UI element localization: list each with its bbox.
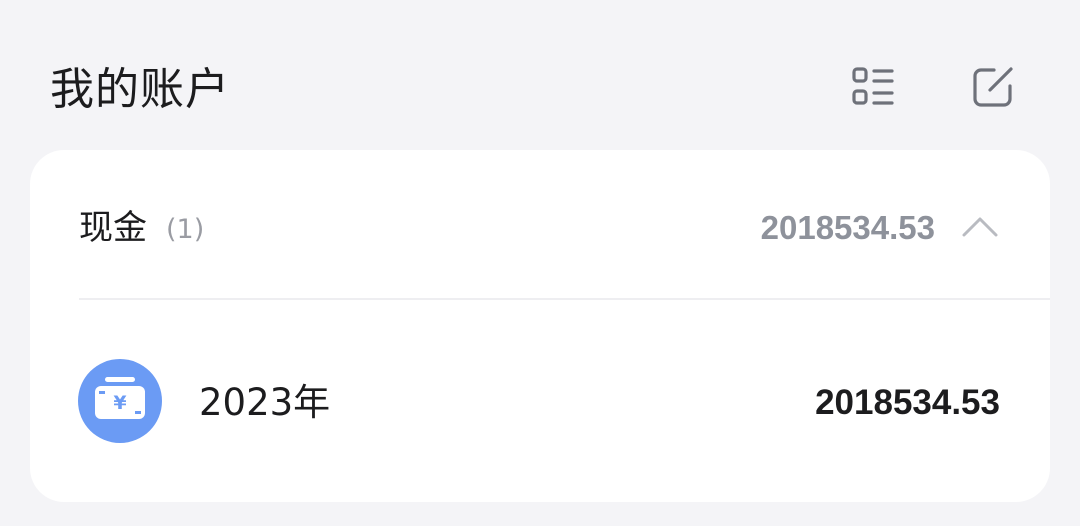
page-title: 我的账户: [50, 64, 230, 115]
cash-yuan-icon: ¥: [78, 359, 162, 443]
edit-icon[interactable]: [970, 64, 1016, 110]
account-group-card: 现金 (1) 2018534.53 ¥ 2023年 2018534.53: [30, 150, 1050, 502]
account-row[interactable]: ¥ 2023年 2018534.53: [30, 300, 1050, 502]
account-name: 2023年: [199, 381, 331, 424]
svg-text:¥: ¥: [113, 392, 126, 414]
group-header-cash[interactable]: 现金 (1) 2018534.53: [30, 150, 1050, 298]
list-view-icon[interactable]: [850, 64, 896, 110]
group-count: (1): [166, 214, 205, 245]
group-total: 2018534.53: [760, 209, 935, 246]
header: 我的账户: [0, 0, 1080, 150]
chevron-up-icon[interactable]: [960, 210, 1000, 244]
account-balance: 2018534.53: [815, 383, 1000, 422]
group-name: 现金: [79, 208, 147, 248]
